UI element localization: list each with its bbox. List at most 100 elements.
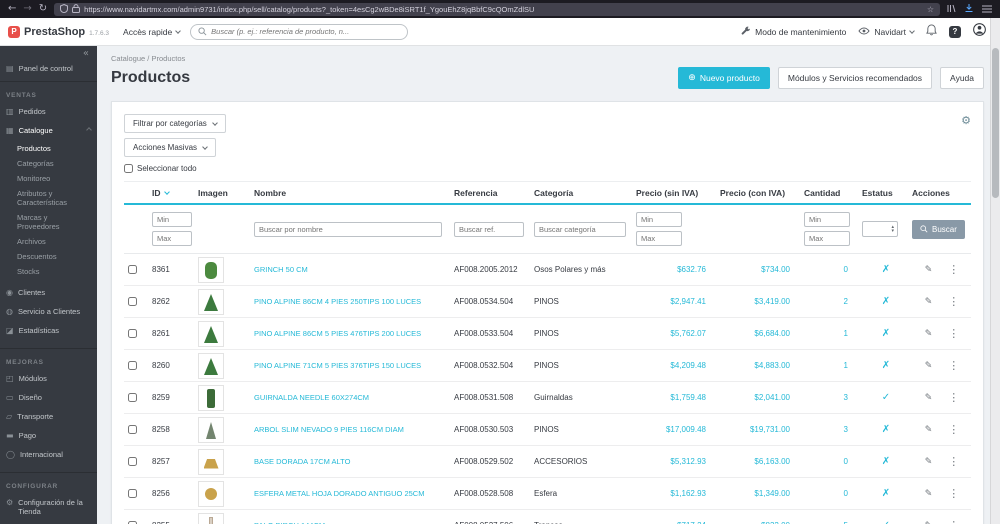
more-actions-kebab-icon[interactable]: ⋮: [948, 391, 959, 404]
sidebar-item-pedidos[interactable]: ▥ Pedidos: [0, 102, 97, 121]
column-header-id[interactable]: ID: [150, 188, 196, 198]
modules-services-button[interactable]: Módulos y Servicios recomendados: [777, 67, 933, 89]
bulk-actions-button[interactable]: Acciones Masivas: [124, 138, 217, 157]
filter-price-max-input[interactable]: [636, 231, 682, 246]
product-name-link[interactable]: ESFERA METAL HOJA DORADO ANTIGUO 25CM: [254, 489, 424, 498]
maintenance-mode-button[interactable]: Modo de mantenimiento: [741, 26, 846, 38]
more-actions-kebab-icon[interactable]: ⋮: [948, 487, 959, 500]
grid-settings-gear-icon[interactable]: ⚙: [961, 114, 971, 127]
row-select-checkbox[interactable]: [128, 265, 137, 274]
row-select-checkbox[interactable]: [128, 329, 137, 338]
more-actions-kebab-icon[interactable]: ⋮: [948, 423, 959, 436]
row-select-checkbox[interactable]: [128, 393, 137, 402]
url-bar[interactable]: https://www.navidartmx.com/admin9731/ind…: [54, 2, 940, 16]
sidebar-item-clientes[interactable]: ◉ Clientes: [0, 283, 97, 302]
sidebar-subitem-atributos-y-caracteristicas[interactable]: Atributos y Características: [0, 186, 97, 210]
sidebar-subitem-productos[interactable]: Productos: [0, 141, 97, 156]
column-header-price-excl[interactable]: Precio (sin IVA): [634, 188, 718, 198]
bookmark-star-icon[interactable]: ☆: [927, 5, 934, 14]
header-search-input[interactable]: [211, 27, 401, 36]
edit-pencil-icon[interactable]: ✎: [925, 265, 933, 275]
sidebar-item-transporte[interactable]: ▱ Transporte: [0, 407, 97, 426]
sidebar-item-modulos[interactable]: ◰ Módulos: [0, 369, 97, 388]
filter-id-max-input[interactable]: [152, 231, 192, 246]
status-disabled-x-icon[interactable]: ✗: [882, 456, 890, 467]
column-header-quantity[interactable]: Cantidad: [802, 188, 860, 198]
quick-access-menu[interactable]: Accès rapide: [123, 27, 182, 37]
status-disabled-x-icon[interactable]: ✗: [882, 488, 890, 499]
row-select-checkbox[interactable]: [128, 425, 137, 434]
sidebar-item-dashboard[interactable]: ▤ Panel de control: [0, 59, 97, 82]
more-actions-kebab-icon[interactable]: ⋮: [948, 455, 959, 468]
sidebar-item-estadisticas[interactable]: ◪ Estadísticas: [0, 321, 97, 340]
row-select-checkbox[interactable]: [128, 361, 137, 370]
row-select-checkbox[interactable]: [128, 457, 137, 466]
help-button[interactable]: Ayuda: [940, 67, 984, 89]
product-name-link[interactable]: BASE DORADA 17CM ALTO: [254, 457, 350, 466]
help-icon[interactable]: ?: [949, 25, 961, 38]
more-actions-kebab-icon[interactable]: ⋮: [948, 519, 959, 524]
product-name-link[interactable]: GUIRNALDA NEEDLE 60X274CM: [254, 393, 369, 402]
filter-category-input[interactable]: [534, 221, 626, 237]
status-disabled-x-icon[interactable]: ✗: [882, 328, 890, 339]
sidebar-subitem-categorias[interactable]: Categorías: [0, 156, 97, 171]
column-header-price-incl[interactable]: Precio (con IVA): [718, 188, 802, 198]
sidebar-subitem-descuentos[interactable]: Descuentos: [0, 249, 97, 264]
status-enabled-check-icon[interactable]: ✓: [882, 520, 890, 524]
sidebar-item-catalogue[interactable]: ▦ Catalogue: [0, 121, 97, 140]
search-button[interactable]: Buscar: [912, 219, 965, 239]
sidebar-item-servicio-a-clientes[interactable]: ◍ Servicio a Clientes: [0, 302, 97, 321]
sidebar-subitem-archivos[interactable]: Archivos: [0, 234, 97, 249]
status-disabled-x-icon[interactable]: ✗: [882, 264, 890, 275]
sidebar-item-internacional[interactable]: ◯ Internacional: [0, 445, 97, 464]
filter-quantity-min-input[interactable]: [804, 212, 850, 227]
status-disabled-x-icon[interactable]: ✗: [882, 296, 890, 307]
status-enabled-check-icon[interactable]: ✓: [882, 392, 890, 403]
filter-status-select[interactable]: ▴ ▾: [862, 221, 898, 237]
more-actions-kebab-icon[interactable]: ⋮: [948, 327, 959, 340]
sidebar-subitem-stocks[interactable]: Stocks: [0, 264, 97, 279]
more-actions-kebab-icon[interactable]: ⋮: [948, 295, 959, 308]
row-select-checkbox[interactable]: [128, 489, 137, 498]
filter-quantity-max-input[interactable]: [804, 231, 850, 246]
edit-pencil-icon[interactable]: ✎: [925, 521, 933, 524]
prestashop-logo[interactable]: P PrestaShop 1.7.6.3: [8, 25, 109, 38]
filter-reference-input[interactable]: [454, 221, 524, 237]
edit-pencil-icon[interactable]: ✎: [925, 425, 933, 435]
sidebar-item-pago[interactable]: ▬ Pago: [0, 426, 97, 445]
filter-name-input[interactable]: [254, 221, 442, 237]
row-select-checkbox[interactable]: [128, 297, 137, 306]
download-icon[interactable]: [964, 0, 974, 18]
more-actions-kebab-icon[interactable]: ⋮: [948, 263, 959, 276]
edit-pencil-icon[interactable]: ✎: [925, 361, 933, 371]
collapse-sidebar-button[interactable]: «: [0, 46, 97, 59]
filter-price-min-input[interactable]: [636, 212, 682, 227]
header-search[interactable]: [190, 23, 409, 40]
account-person-icon[interactable]: [973, 22, 986, 41]
filter-id-min-input[interactable]: [152, 212, 192, 227]
menu-hamburger-icon[interactable]: [982, 0, 992, 18]
sidebar-item-configuracion-de-la-tienda[interactable]: ⚙ Configuración de la Tienda: [0, 493, 97, 521]
select-all-checkbox[interactable]: [124, 164, 133, 173]
status-disabled-x-icon[interactable]: ✗: [882, 360, 890, 371]
reload-button[interactable]: ↻: [39, 0, 47, 18]
edit-pencil-icon[interactable]: ✎: [925, 297, 933, 307]
new-product-button[interactable]: ⊕ Nuevo producto: [678, 67, 770, 89]
product-name-link[interactable]: ARBOL SLIM NEVADO 9 PIES 116CM DIAM: [254, 425, 404, 434]
library-icon[interactable]: [947, 0, 956, 18]
page-scrollbar[interactable]: [990, 18, 1000, 524]
more-actions-kebab-icon[interactable]: ⋮: [948, 359, 959, 372]
edit-pencil-icon[interactable]: ✎: [925, 489, 933, 499]
view-shop-menu[interactable]: Navidart: [858, 27, 915, 37]
product-name-link[interactable]: PINO ALPINE 86CM 5 PIES 476TIPS 200 LUCE…: [254, 329, 421, 338]
back-button[interactable]: ←: [8, 0, 16, 18]
column-header-name[interactable]: Nombre: [252, 188, 452, 198]
edit-pencil-icon[interactable]: ✎: [925, 329, 933, 339]
notifications-bell-icon[interactable]: [926, 23, 937, 41]
edit-pencil-icon[interactable]: ✎: [925, 457, 933, 467]
forward-button[interactable]: →: [23, 0, 31, 18]
filter-categories-button[interactable]: Filtrar por categorías: [124, 114, 226, 133]
sidebar-item-diseno[interactable]: ▭ Diseño: [0, 388, 97, 407]
sidebar-subitem-monitoreo[interactable]: Monitoreo: [0, 171, 97, 186]
column-header-category[interactable]: Categoría: [532, 188, 634, 198]
